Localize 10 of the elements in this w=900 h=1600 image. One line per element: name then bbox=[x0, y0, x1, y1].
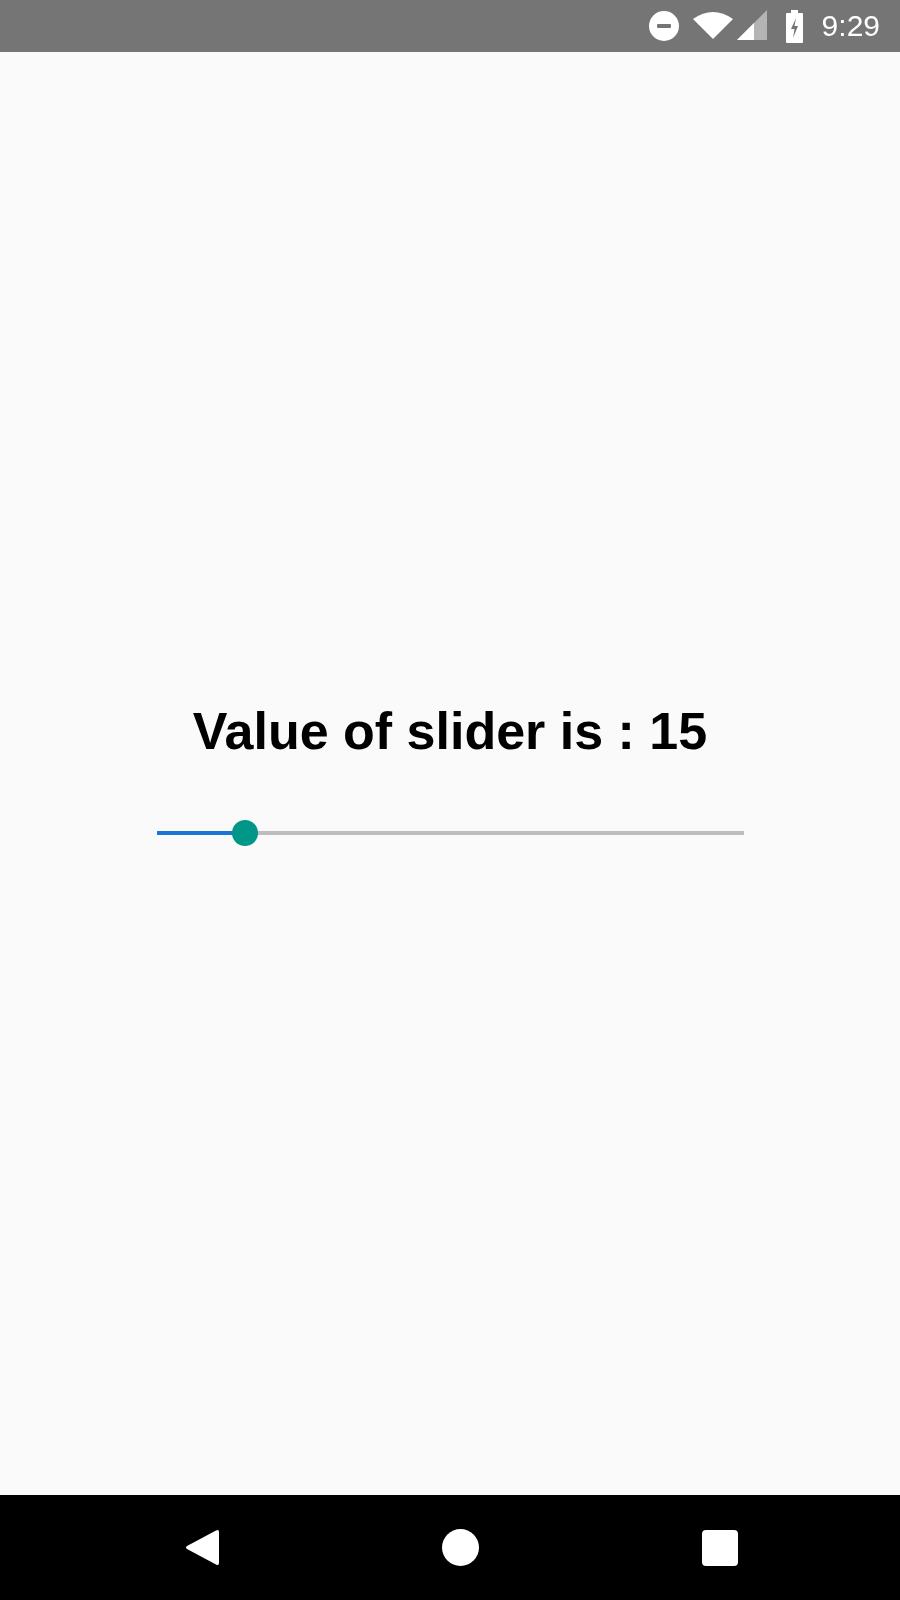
battery-icon bbox=[785, 9, 803, 43]
home-icon[interactable] bbox=[442, 1529, 479, 1566]
do-not-disturb-icon bbox=[648, 11, 679, 41]
wifi-icon bbox=[692, 11, 733, 39]
signal-icon bbox=[736, 10, 767, 40]
recents-icon[interactable] bbox=[702, 1529, 738, 1566]
slider-thumb[interactable] bbox=[231, 820, 258, 846]
status-time: 9:29 bbox=[821, 9, 880, 43]
back-icon[interactable] bbox=[185, 1529, 219, 1566]
slider-value-text: Value of slider is : 15 bbox=[192, 701, 708, 761]
